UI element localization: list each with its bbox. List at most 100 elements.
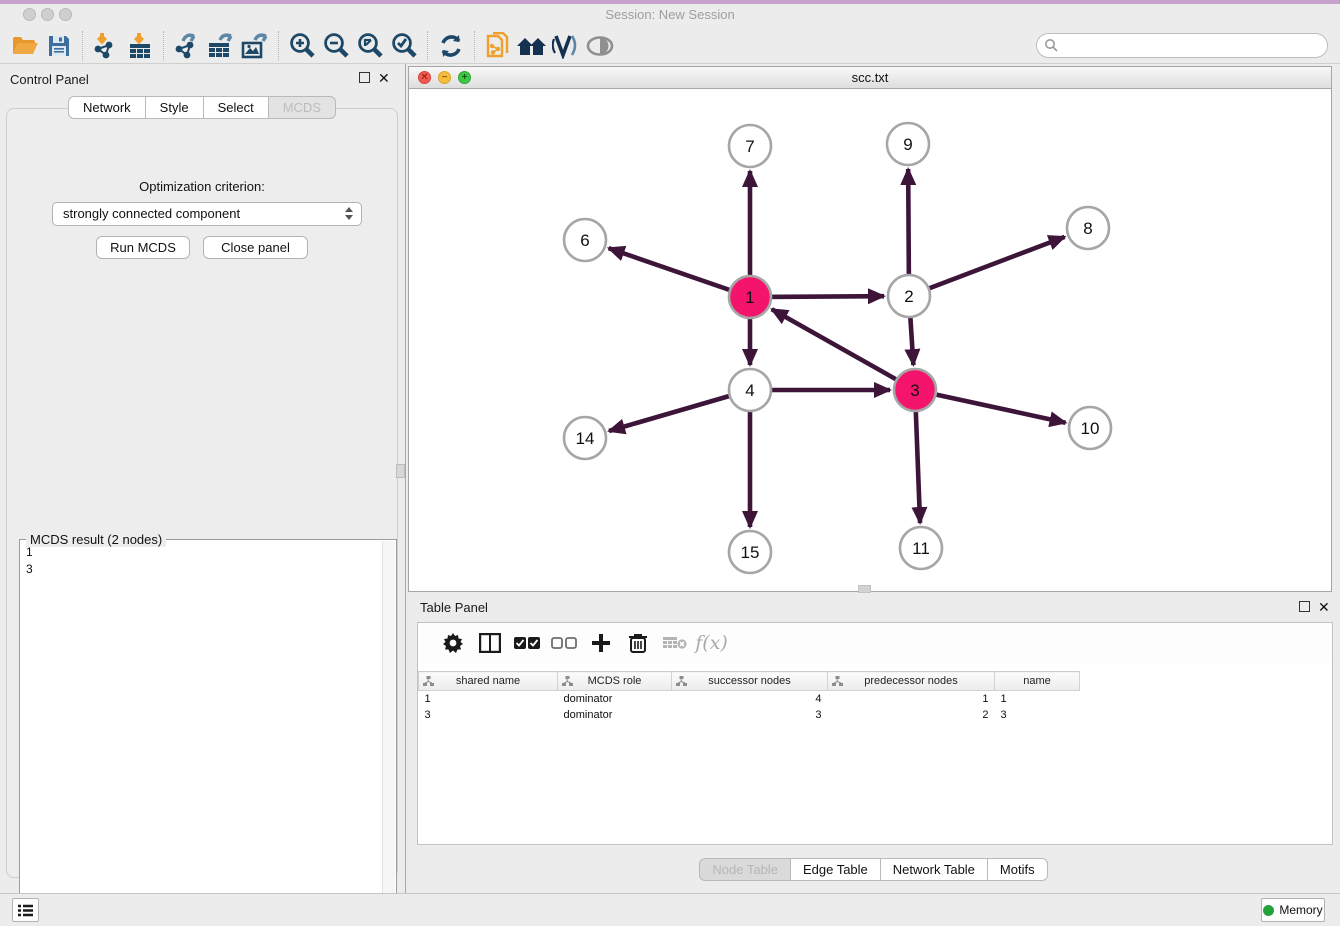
list-icon (18, 904, 33, 917)
edge-1-6[interactable] (609, 248, 750, 297)
column-header-shared-name[interactable]: shared name (419, 672, 558, 691)
node-14[interactable]: 14 (564, 417, 606, 459)
panel-splitter-handle[interactable] (396, 464, 405, 478)
node-label: 8 (1083, 219, 1092, 238)
tab-network-table[interactable]: Network Table (880, 858, 988, 881)
tab-edge-table[interactable]: Edge Table (790, 858, 881, 881)
float-panel-icon[interactable] (359, 72, 370, 83)
cell-name[interactable]: 3 (995, 707, 1080, 723)
node-3[interactable]: 3 (894, 369, 936, 411)
zoom-out-icon[interactable] (319, 30, 353, 62)
status-bar: Memory (0, 893, 1340, 926)
node-11[interactable]: 11 (900, 527, 942, 569)
cell-MCDS-role[interactable]: dominator (558, 707, 672, 723)
search-input[interactable] (1036, 33, 1328, 58)
open-session-icon[interactable] (8, 30, 42, 62)
select-arrows-icon (345, 207, 354, 223)
save-session-icon[interactable] (42, 30, 76, 62)
node-label: 14 (576, 429, 595, 448)
cell-shared-name[interactable]: 3 (419, 707, 558, 723)
table-row[interactable]: 1dominator411 (419, 691, 1080, 707)
table-panel: Table Panel ✕ (408, 596, 1340, 893)
close-panel-icon[interactable]: ✕ (378, 73, 390, 84)
import-network-icon[interactable] (89, 30, 123, 62)
tab-style[interactable]: Style (145, 96, 204, 119)
node-4[interactable]: 4 (729, 369, 771, 411)
zoom-in-icon[interactable] (285, 30, 319, 62)
table-float-icon[interactable] (1299, 601, 1310, 612)
export-image-icon[interactable] (238, 30, 272, 62)
result-scrollbar[interactable] (382, 541, 395, 919)
node-2[interactable]: 2 (888, 275, 930, 317)
cell-shared-name[interactable]: 1 (419, 691, 558, 707)
tab-motifs[interactable]: Motifs (987, 858, 1048, 881)
memory-button[interactable]: Memory (1261, 898, 1325, 922)
cell-name[interactable]: 1 (995, 691, 1080, 707)
node-9[interactable]: 9 (887, 123, 929, 165)
export-network-icon[interactable] (170, 30, 204, 62)
import-table-icon[interactable] (123, 30, 157, 62)
column-header-name[interactable]: name (995, 672, 1080, 691)
show-hide-icon[interactable] (583, 30, 617, 62)
mcds-result-title: MCDS result (2 nodes) (26, 532, 166, 547)
edge-3-10[interactable] (915, 390, 1066, 423)
delete-column-icon[interactable] (619, 628, 656, 658)
mcds-result-list: 13 (26, 544, 33, 578)
tab-network[interactable]: Network (68, 96, 146, 119)
table-close-icon[interactable]: ✕ (1318, 602, 1330, 613)
close-panel-button[interactable]: Close panel (203, 236, 308, 259)
node-10[interactable]: 10 (1069, 407, 1111, 449)
tab-select[interactable]: Select (203, 96, 269, 119)
network-canvas[interactable]: 7 9 6 8 1 2 4 3 14 10 15 11 (409, 89, 1331, 591)
run-mcds-button[interactable]: Run MCDS (96, 236, 190, 259)
toolbar-separator (278, 31, 279, 61)
edge-2-8[interactable] (909, 237, 1065, 296)
toolbar-separator (82, 31, 83, 61)
zoom-selected-icon[interactable] (387, 30, 421, 62)
node-label: 4 (745, 381, 754, 400)
window-title: Session: New Session (0, 7, 1340, 22)
export-table-icon[interactable] (204, 30, 238, 62)
settings-icon[interactable] (434, 628, 471, 658)
column-header-predecessor-nodes[interactable]: predecessor nodes (828, 672, 995, 691)
home-icon[interactable] (515, 30, 549, 62)
node-label: 3 (910, 381, 919, 400)
tab-node-table[interactable]: Node Table (699, 858, 791, 881)
node-table[interactable]: shared nameMCDS rolesuccessor nodesprede… (418, 671, 1080, 723)
select-all-columns-icon[interactable] (508, 628, 545, 658)
node-1[interactable]: 1 (729, 276, 771, 318)
function-builder-icon[interactable]: f(x) (693, 628, 730, 658)
delete-table-icon[interactable] (656, 628, 693, 658)
cell-predecessor-nodes[interactable]: 1 (828, 691, 995, 707)
cell-MCDS-role[interactable]: dominator (558, 691, 672, 707)
network-from-file-icon[interactable] (481, 30, 515, 62)
table-panel-title: Table Panel (420, 600, 488, 615)
node-7[interactable]: 7 (729, 125, 771, 167)
criterion-select[interactable]: strongly connected component (52, 202, 362, 226)
column-header-MCDS-role[interactable]: MCDS role (558, 672, 672, 691)
node-15[interactable]: 15 (729, 531, 771, 573)
table-splitter-handle[interactable] (858, 585, 871, 593)
add-column-icon[interactable] (582, 628, 619, 658)
cell-successor-nodes[interactable]: 4 (672, 691, 828, 707)
column-header-successor-nodes[interactable]: successor nodes (672, 672, 828, 691)
zoom-fit-icon[interactable] (353, 30, 387, 62)
toolbar-separator (474, 31, 475, 61)
window-titlebar: Session: New Session (0, 4, 1340, 28)
network-graph: 7 9 6 8 1 2 4 3 14 10 15 11 (409, 89, 1331, 591)
task-history-button[interactable] (12, 898, 39, 922)
node-8[interactable]: 8 (1067, 207, 1109, 249)
cell-predecessor-nodes[interactable]: 2 (828, 707, 995, 723)
network-frame-titlebar[interactable]: ✕ − + scc.txt (409, 67, 1331, 89)
deselect-all-columns-icon[interactable] (545, 628, 582, 658)
node-6[interactable]: 6 (564, 219, 606, 261)
criterion-value: strongly connected component (63, 206, 240, 221)
table-row[interactable]: 3dominator323 (419, 707, 1080, 723)
cell-successor-nodes[interactable]: 3 (672, 707, 828, 723)
vizmapper-icon[interactable] (549, 30, 583, 62)
split-panel-icon[interactable] (471, 628, 508, 658)
tab-mcds[interactable]: MCDS (268, 96, 336, 119)
control-panel-tabbar: NetworkStyleSelectMCDS (0, 96, 405, 119)
edge-3-1[interactable] (772, 309, 915, 390)
apply-layout-icon[interactable] (434, 30, 468, 62)
